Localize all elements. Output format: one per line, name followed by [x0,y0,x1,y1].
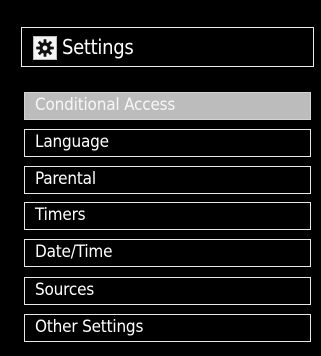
menu-item-label: Sources [35,280,95,300]
gear-icon [33,36,57,60]
menu-item-label: Timers [35,205,86,225]
menu-item-label: Language [35,132,109,152]
menu-item-label: Other Settings [35,317,144,337]
menu-item-language[interactable]: Language [24,129,311,157]
menu-item-label: Conditional Access [35,95,176,115]
settings-header: Settings [21,27,314,67]
settings-panel: Settings Conditional Access Language Par… [0,0,321,356]
menu-item-date-time[interactable]: Date/Time [24,239,311,267]
menu-item-parental[interactable]: Parental [24,166,311,194]
menu-item-sources[interactable]: Sources [24,277,311,305]
menu-item-label: Parental [35,169,96,189]
menu-item-label: Date/Time [35,242,113,262]
menu-item-other-settings[interactable]: Other Settings [24,314,311,342]
menu-item-conditional-access[interactable]: Conditional Access [24,92,311,120]
page-title: Settings [62,35,134,59]
menu-item-timers[interactable]: Timers [24,202,311,230]
